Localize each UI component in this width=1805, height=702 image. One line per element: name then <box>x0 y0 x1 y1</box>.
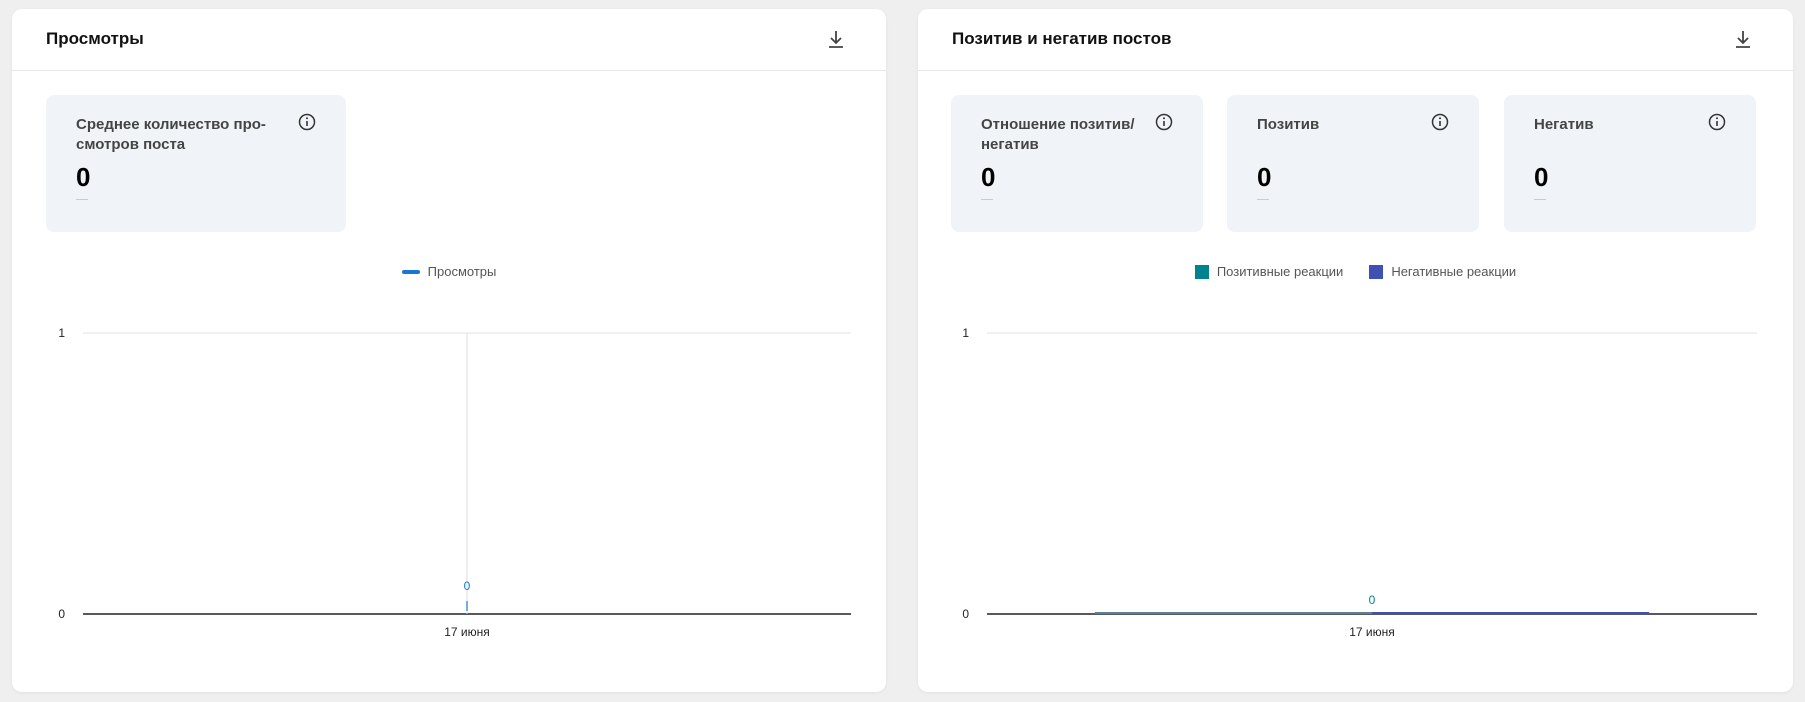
data-label: 0 <box>464 579 471 593</box>
views-card: Просмотры Среднее количество про-смотров… <box>12 9 886 692</box>
sentiment-chart: 0 1 17 июня 0 <box>962 326 1757 639</box>
x-tick-label: 17 июня <box>444 625 490 639</box>
y-tick-label: 0 <box>962 607 969 621</box>
y-tick-label: 0 <box>58 607 65 621</box>
data-label: 0 <box>1369 593 1376 607</box>
sentiment-card: Позитив и негатив постов Отношение позит… <box>918 9 1793 692</box>
y-tick-label: 1 <box>962 326 969 340</box>
y-tick-label: 1 <box>58 326 65 340</box>
bar <box>1094 612 1372 614</box>
x-tick-label: 17 июня <box>1349 625 1395 639</box>
bar <box>1372 612 1650 614</box>
views-chart: 0 1 17 июня 0 <box>58 326 851 639</box>
